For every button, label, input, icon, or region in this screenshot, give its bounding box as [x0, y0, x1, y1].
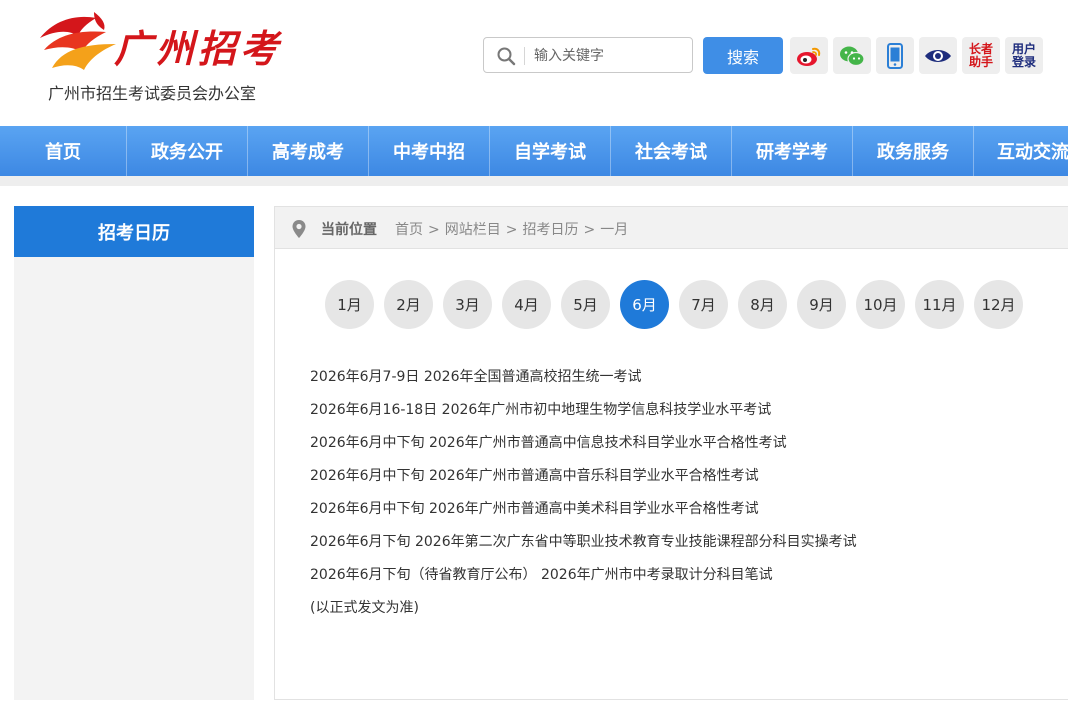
breadcrumb-home-link[interactable]: 首页	[395, 222, 423, 238]
nav-item-zhongkao[interactable]: 中考中招	[369, 126, 490, 176]
wechat-button[interactable]	[833, 37, 871, 74]
logo-subtitle: 广州市招生考试委员会办公室	[48, 84, 257, 103]
event-item[interactable]: 2026年6月16-18日 2026年广州市初中地理生物学信息科技学业水平考试	[310, 398, 857, 431]
nav-item-social-exams[interactable]: 社会考试	[611, 126, 732, 176]
event-list: 2026年6月7-9日 2026年全国普通高校招生统一考试 2026年6月16-…	[310, 365, 857, 629]
month-button-10[interactable]: 10月	[856, 280, 905, 329]
month-button-12[interactable]: 12月	[974, 280, 1023, 329]
month-button-6[interactable]: 6月	[620, 280, 669, 329]
event-item[interactable]: 2026年6月下旬（待省教育厅公布） 2026年广州市中考录取计分科目笔试	[310, 563, 857, 596]
weibo-button[interactable]	[790, 37, 828, 74]
event-item[interactable]: 2026年6月中下旬 2026年广州市普通高中美术科目学业水平合格性考试	[310, 497, 857, 530]
logo-flame-icon[interactable]	[36, 10, 122, 74]
month-button-8[interactable]: 8月	[738, 280, 787, 329]
mobile-icon	[887, 42, 903, 69]
main-nav: 首页 政务公开 高考成考 中考中招 自学考试 社会考试 研考学考 政务服务 互动…	[0, 126, 1068, 176]
search-icon	[497, 47, 516, 66]
nav-item-home[interactable]: 首页	[0, 126, 127, 176]
month-button-1[interactable]: 1月	[325, 280, 374, 329]
breadcrumb-site-sections-link[interactable]: 网站栏目	[445, 222, 501, 238]
site-header: 广州招考 广州市招生考试委员会办公室 搜索	[0, 0, 1068, 120]
wechat-icon	[840, 46, 865, 66]
sidebar: 招考日历	[14, 206, 254, 700]
nav-item-interaction[interactable]: 互动交流	[974, 126, 1068, 176]
month-button-2[interactable]: 2月	[384, 280, 433, 329]
nav-item-gaokao[interactable]: 高考成考	[248, 126, 369, 176]
search-divider	[524, 47, 525, 65]
month-button-11[interactable]: 11月	[915, 280, 964, 329]
nav-item-government-affairs[interactable]: 政务公开	[127, 126, 248, 176]
event-note: (以正式发文为准)	[310, 600, 419, 616]
elderly-assistant-button[interactable]: 长者 助手	[962, 37, 1000, 74]
breadcrumb: 当前位置 首页 > 网站栏目 > 招考日历 > 一月	[275, 207, 1068, 249]
month-button-4[interactable]: 4月	[502, 280, 551, 329]
event-item[interactable]: 2026年6月7-9日 2026年全国普通高校招生统一考试	[310, 365, 857, 398]
event-item[interactable]: 2026年6月中下旬 2026年广州市普通高中音乐科目学业水平合格性考试	[310, 464, 857, 497]
logo-title[interactable]: 广州招考	[114, 18, 282, 73]
month-button-9[interactable]: 9月	[797, 280, 846, 329]
search-button[interactable]: 搜索	[703, 37, 783, 74]
nav-item-government-services[interactable]: 政务服务	[853, 126, 974, 176]
breadcrumb-separator: >	[428, 222, 440, 238]
search-box	[483, 37, 693, 73]
weibo-icon	[797, 47, 821, 66]
search-input[interactable]	[532, 40, 686, 72]
eye-icon	[925, 49, 951, 62]
month-button-3[interactable]: 3月	[443, 280, 492, 329]
sidebar-item-exam-calendar[interactable]: 招考日历	[14, 206, 254, 257]
breadcrumb-separator: >	[505, 222, 518, 238]
nav-item-self-study-exam[interactable]: 自学考试	[490, 126, 611, 176]
breadcrumb-exam-calendar-link[interactable]: 招考日历	[522, 222, 578, 238]
breadcrumb-current[interactable]: 一月	[600, 222, 628, 238]
elderly-assistant-label: 长者 助手	[968, 41, 993, 69]
event-item[interactable]: 2026年6月中下旬 2026年广州市普通高中信息技术科目学业水平合格性考试	[310, 431, 857, 464]
event-item[interactable]: 2026年6月下旬 2026年第二次广东省中等职业技术教育专业技能课程部分科目实…	[310, 530, 857, 563]
breadcrumb-trail: 首页 > 网站栏目 > 招考日历 > 一月	[395, 219, 628, 239]
nav-item-postgrad-exams[interactable]: 研考学考	[732, 126, 853, 176]
nav-divider	[0, 176, 1068, 186]
user-login-label: 用户 登录	[1011, 41, 1036, 69]
accessibility-button[interactable]	[919, 37, 957, 74]
month-button-5[interactable]: 5月	[561, 280, 610, 329]
user-login-button[interactable]: 用户 登录	[1005, 37, 1043, 74]
breadcrumb-separator: >	[583, 222, 596, 238]
location-pin-icon	[292, 220, 306, 238]
breadcrumb-label: 当前位置	[321, 222, 377, 238]
main-content: 当前位置 首页 > 网站栏目 > 招考日历 > 一月 1月 2月 3月 4月 5月 6月 7…	[274, 206, 1068, 700]
mobile-button[interactable]	[876, 37, 914, 74]
month-button-7[interactable]: 7月	[679, 280, 728, 329]
